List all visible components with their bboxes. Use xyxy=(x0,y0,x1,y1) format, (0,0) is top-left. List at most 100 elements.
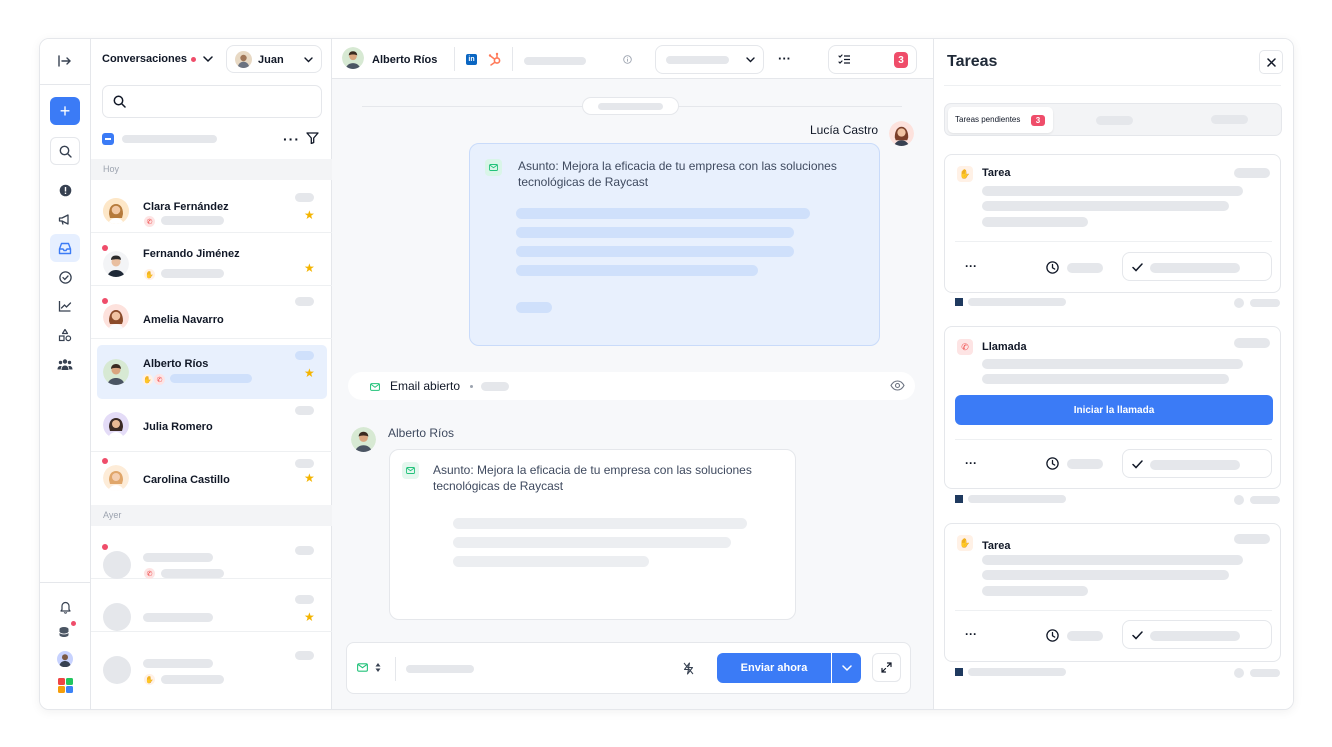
unread-dot xyxy=(102,544,108,550)
send-options-button[interactable] xyxy=(832,653,861,683)
complete-task-button[interactable] xyxy=(1122,449,1272,478)
more-options-icon[interactable]: ··· xyxy=(965,259,977,273)
email-icon xyxy=(368,380,381,393)
tasks-toggle-button[interactable]: 3 xyxy=(828,45,917,74)
contact-avatar xyxy=(103,412,129,438)
send-now-label: Enviar ahora xyxy=(740,662,808,674)
body-line xyxy=(516,227,794,238)
contact-avatar xyxy=(103,465,129,491)
email-icon xyxy=(357,663,368,672)
start-call-button[interactable]: Iniciar la llamada xyxy=(955,395,1273,425)
hubspot-icon[interactable] xyxy=(488,52,502,66)
clock-icon[interactable] xyxy=(1046,457,1059,470)
database-button[interactable] xyxy=(51,618,79,646)
tab-pending[interactable]: Tareas pendientes 3 xyxy=(948,107,1053,133)
complete-task-button[interactable] xyxy=(1122,620,1272,649)
linkedin-icon[interactable]: in xyxy=(466,54,477,65)
clock-icon[interactable] xyxy=(1046,629,1059,642)
hand-icon: ✋ xyxy=(142,374,153,385)
status-dot xyxy=(191,57,196,62)
group-header-today: Hoy xyxy=(91,159,332,180)
sidebar-toggle-icon[interactable] xyxy=(51,47,79,75)
more-options-icon[interactable]: ··· xyxy=(778,51,791,66)
composer-input-placeholder[interactable] xyxy=(406,665,474,673)
hand-icon: ✋ xyxy=(144,674,155,685)
body-line xyxy=(516,208,810,219)
due-placeholder xyxy=(1067,459,1103,469)
search-nav-button[interactable] xyxy=(50,137,80,165)
list-item-selected[interactable]: Alberto Ríos ✋ ✆ ★ xyxy=(97,345,327,399)
tab-placeholder[interactable] xyxy=(1211,115,1248,124)
tasks-nav-button[interactable] xyxy=(51,263,79,291)
expand-composer-button[interactable] xyxy=(872,653,901,682)
send-now-button[interactable]: Enviar ahora xyxy=(717,653,831,683)
close-button[interactable] xyxy=(1259,50,1283,74)
notifications-button[interactable] xyxy=(51,593,79,621)
email-event-bar: Email abierto xyxy=(348,372,915,400)
sort-icon xyxy=(375,663,381,672)
automations-nav-button[interactable] xyxy=(51,321,79,349)
eye-icon[interactable] xyxy=(890,380,905,391)
time-placeholder xyxy=(295,546,314,555)
search-input[interactable] xyxy=(102,85,322,118)
star-icon[interactable]: ★ xyxy=(304,209,315,221)
chart-icon xyxy=(58,301,72,312)
list-item[interactable]: Amelia Navarro xyxy=(91,286,332,339)
name-placeholder xyxy=(143,553,213,562)
list-item[interactable]: Clara Fernández ✆ ★ xyxy=(91,180,332,233)
search-icon xyxy=(113,95,126,108)
list-item[interactable]: Fernando Jiménez ✋ ★ xyxy=(91,233,332,286)
body-line xyxy=(516,302,552,313)
tasks-title: Tareas xyxy=(947,53,998,70)
task-owner-square xyxy=(955,298,963,306)
header-info-placeholder xyxy=(524,57,586,65)
star-icon[interactable]: ★ xyxy=(304,262,315,274)
agent-selector[interactable]: Juan xyxy=(226,45,322,73)
user-avatar[interactable] xyxy=(51,645,79,673)
start-call-label: Iniciar la llamada xyxy=(1073,404,1155,416)
team-nav-button[interactable] xyxy=(51,350,79,378)
list-item[interactable]: ✆ xyxy=(91,526,332,579)
new-conversation-button[interactable]: + xyxy=(50,97,80,125)
more-options-icon[interactable]: ··· xyxy=(283,131,300,147)
filter-icon[interactable] xyxy=(306,132,319,144)
task-line xyxy=(982,555,1243,565)
reports-nav-button[interactable] xyxy=(51,292,79,320)
list-item[interactable]: ✋ xyxy=(91,632,332,692)
body-line xyxy=(516,246,794,257)
select-all-checkbox[interactable] xyxy=(102,133,114,145)
campaigns-nav-button[interactable] xyxy=(51,205,79,233)
task-owner-placeholder xyxy=(968,495,1066,503)
sender-avatar xyxy=(889,121,914,146)
task-status-placeholder xyxy=(1250,669,1280,677)
apps-grid-icon[interactable] xyxy=(51,671,79,699)
tasks-count-badge: 3 xyxy=(894,52,908,68)
info-icon[interactable] xyxy=(623,55,632,64)
alerts-nav-button[interactable] xyxy=(51,176,79,204)
star-icon[interactable]: ★ xyxy=(304,611,315,623)
star-icon[interactable]: ★ xyxy=(304,472,315,484)
list-item[interactable]: ★ xyxy=(91,579,332,632)
channel-selector[interactable] xyxy=(355,659,385,677)
list-item[interactable]: Carolina Castillo ★ xyxy=(91,452,332,505)
contact-name: Julia Romero xyxy=(143,421,213,433)
complete-task-button[interactable] xyxy=(1122,252,1272,281)
lightning-icon[interactable] xyxy=(683,662,694,675)
tab-placeholder[interactable] xyxy=(1096,116,1133,125)
more-options-icon[interactable]: ··· xyxy=(965,627,977,641)
tab-pending-label: Tareas pendientes xyxy=(955,115,1021,124)
group-label: Hoy xyxy=(103,164,120,174)
contact-avatar xyxy=(103,251,129,277)
list-item[interactable]: Julia Romero xyxy=(91,399,332,452)
clock-icon[interactable] xyxy=(1046,261,1059,274)
inbox-nav-button[interactable] xyxy=(50,234,80,262)
more-options-icon[interactable]: ··· xyxy=(965,456,977,470)
chevron-down-icon[interactable] xyxy=(203,56,213,63)
dropdown-value-placeholder xyxy=(666,56,729,64)
hand-icon: ✋ xyxy=(957,166,973,182)
star-icon[interactable]: ★ xyxy=(304,367,315,379)
sidebar-bottom-divider xyxy=(40,582,91,583)
status-dropdown[interactable] xyxy=(655,45,764,74)
outgoing-message-bubble: Asunto: Mejora la eficacia de tu empresa… xyxy=(469,143,880,346)
task-owner-placeholder xyxy=(968,298,1066,306)
